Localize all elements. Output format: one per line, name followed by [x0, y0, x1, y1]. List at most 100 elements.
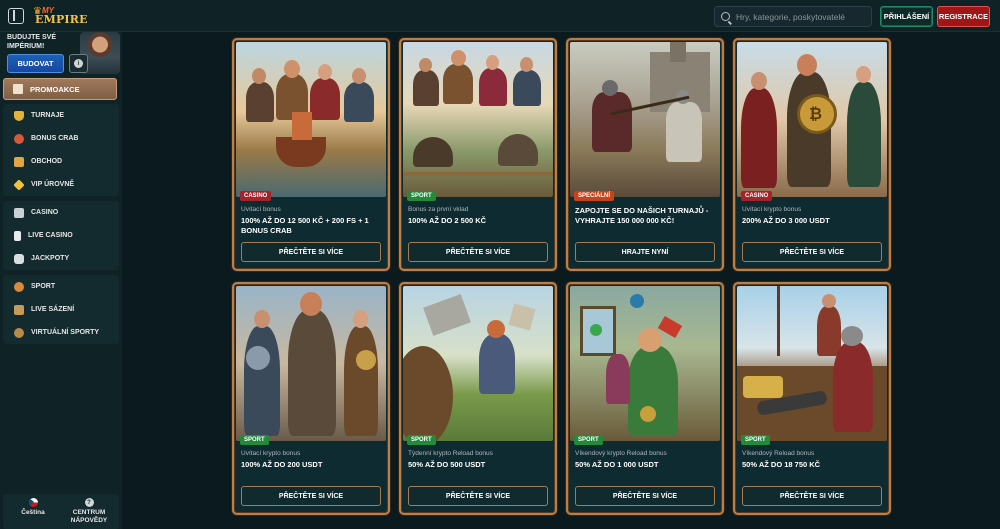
read-more-button[interactable]: PŘEČTĚTE SI VÍCE — [408, 486, 548, 506]
promo-image-crypto-casino: ₿ — [737, 42, 887, 197]
promo-subtitle: Víkendový krypto Reload bonus — [575, 450, 667, 457]
sidebar-footer: Čeština ? CENTRUM NÁPOVĚDY — [3, 494, 119, 529]
gift-icon — [13, 84, 23, 94]
category-badge: CASINO — [240, 191, 272, 201]
bitcoin-icon: ₿ — [809, 104, 823, 123]
login-button[interactable]: PŘIHLÁŠENÍ — [880, 6, 933, 27]
slot-machine-icon — [14, 207, 24, 218]
promo-image-weekend-reload — [737, 286, 887, 441]
sidebar-item-label: VIP ÚROVNĚ — [31, 181, 75, 188]
sidebar-item-casino[interactable]: CASINO — [3, 201, 119, 224]
promo-title: 50% AŽ DO 18 750 KČ — [742, 460, 821, 469]
promo-image-casino-welcome — [236, 42, 386, 197]
sidebar-item-label: JACKPOTY — [31, 255, 70, 262]
search-input[interactable] — [736, 11, 871, 22]
shop-icon — [14, 156, 24, 167]
read-more-button[interactable]: PŘEČTĚTE SI VÍCE — [575, 486, 715, 506]
czech-flag-icon — [28, 498, 38, 507]
trophy-icon — [14, 110, 24, 121]
read-more-button[interactable]: PŘEČTĚTE SI VÍCE — [241, 486, 381, 506]
promo-subtitle: Uvítací krypto bonus — [742, 206, 802, 213]
register-button[interactable]: REGISTRACE — [937, 6, 990, 27]
build-empire-text: BUDUJTE SVÉ IMPÉRIUM! — [7, 34, 57, 50]
promo-card[interactable]: SPORT Týdenní krypto Reload bonus 50% AŽ… — [399, 282, 557, 515]
promo-card[interactable]: SPECIÁLNÍ ZAPOJTE SE DO NAŠICH TURNAJŮ -… — [566, 38, 724, 271]
sidebar-item-label: VIRTUÁLNÍ SPORTY — [31, 329, 100, 336]
sidebar-item-promotions[interactable]: PROMOAKCE — [3, 78, 117, 100]
promo-card[interactable]: CASINO Uvítací bonus 100% AŽ DO 12 500 K… — [232, 38, 390, 271]
help-icon: ? — [84, 498, 94, 507]
build-button[interactable]: BUDOVAT — [7, 54, 64, 73]
read-more-button[interactable]: PŘEČTĚTE SI VÍCE — [742, 242, 882, 262]
category-badge: SPORT — [741, 435, 770, 445]
site-logo[interactable]: ♛ MY EMPIRE — [33, 6, 88, 26]
promo-subtitle: Týdenní krypto Reload bonus — [408, 450, 493, 457]
sidebar-item-shop[interactable]: OBCHOD — [3, 150, 119, 173]
info-icon: i — [74, 59, 83, 68]
promo-image-weekly-crypto-reload — [403, 286, 553, 441]
sidebar-item-label: SPORT — [31, 283, 56, 290]
cards-icon — [14, 230, 21, 241]
sidebar-item-label: TURNAJE — [31, 112, 65, 119]
category-badge: SPORT — [240, 435, 269, 445]
logo-text-main: EMPIRE — [35, 13, 88, 26]
search-icon — [721, 12, 730, 21]
sidebar-item-live-betting[interactable]: LIVE SÁZENÍ — [3, 298, 119, 321]
nav-group-rewards: TURNAJE BONUS CRAB OBCHOD VIP ÚROVNĚ — [3, 104, 119, 196]
help-center-link[interactable]: ? CENTRUM NÁPOVĚDY — [61, 498, 117, 525]
sidebar-item-jackpots[interactable]: JACKPOTY — [3, 247, 119, 270]
sidebar-item-tournaments[interactable]: TURNAJE — [3, 104, 119, 127]
sidebar-item-label: OBCHOD — [31, 158, 63, 165]
category-badge: CASINO — [741, 191, 773, 201]
promo-title: 200% AŽ DO 3 000 USDT — [742, 216, 830, 225]
sidebar-item-vip[interactable]: VIP ÚROVNĚ — [3, 173, 119, 196]
promo-title: 100% AŽ DO 12 500 KČ + 200 FS + 1 BONUS … — [241, 216, 369, 235]
promo-subtitle: Víkendový Reload bonus — [742, 450, 815, 457]
promo-title: 100% AŽ DO 2 500 KČ — [408, 216, 487, 225]
promo-card[interactable]: ₿ CASINO Uvítací krypto bonus 200% AŽ DO… — [733, 38, 891, 271]
sidebar-item-bonus-crab[interactable]: BONUS CRAB — [3, 127, 119, 150]
promo-card[interactable]: SPORT Bonus za první vklad 100% AŽ DO 2 … — [399, 38, 557, 271]
promo-title: ZAPOJTE SE DO NAŠICH TURNAJŮ - VYHRAJTE … — [575, 206, 709, 225]
play-now-button[interactable]: HRAJTE NYNÍ — [575, 242, 715, 262]
promo-card[interactable]: SPORT Víkendový Reload bonus 50% AŽ DO 1… — [733, 282, 891, 515]
diamond-icon — [13, 178, 25, 191]
top-header: ♛ MY EMPIRE PŘIHLÁŠENÍ REGISTRACE — [0, 0, 1000, 32]
read-more-button[interactable]: PŘEČTĚTE SI VÍCE — [742, 486, 882, 506]
sidebar-item-virtual-sports[interactable]: VIRTUÁLNÍ SPORTY — [3, 321, 119, 344]
crab-icon — [14, 133, 24, 144]
live-betting-icon — [14, 304, 24, 315]
read-more-button[interactable]: PŘEČTĚTE SI VÍCE — [408, 242, 548, 262]
virtual-sports-icon — [14, 327, 24, 338]
search-box[interactable] — [714, 6, 872, 27]
promo-subtitle: Uvítací krypto bonus — [241, 450, 301, 457]
promo-subtitle: Bonus za první vklad — [408, 206, 469, 213]
sidebar-item-live-casino[interactable]: LIVE CASINO — [3, 224, 119, 247]
help-label-line2: NÁPOVĚDY — [70, 517, 108, 524]
nav-group-sport: SPORT LIVE SÁZENÍ VIRTUÁLNÍ SPORTY — [3, 275, 119, 344]
category-badge: SPECIÁLNÍ — [574, 191, 615, 201]
promo-image-weekend-crypto-reload — [570, 286, 720, 441]
sidebar-toggle-icon[interactable] — [8, 8, 24, 24]
promo-title: 100% AŽ DO 200 USDT — [241, 460, 323, 469]
sidebar-item-label: LIVE SÁZENÍ — [31, 306, 75, 313]
sidebar: BUDUJTE SVÉ IMPÉRIUM! BUDOVAT i PROMOAKC… — [0, 32, 122, 529]
promo-title: 50% AŽ DO 1 000 USDT — [575, 460, 659, 469]
sidebar-item-label: BONUS CRAB — [31, 135, 79, 142]
info-button[interactable]: i — [69, 54, 88, 73]
category-badge: SPORT — [574, 435, 603, 445]
sidebar-item-label: CASINO — [31, 209, 59, 216]
ball-icon — [14, 281, 24, 292]
promo-card[interactable]: SPORT Víkendový krypto Reload bonus 50% … — [566, 282, 724, 515]
promo-subtitle: Uvítací bonus — [241, 206, 281, 213]
sidebar-item-sport[interactable]: SPORT — [3, 275, 119, 298]
help-label-line1: CENTRUM — [72, 509, 106, 516]
promo-card[interactable]: SPORT Uvítací krypto bonus 100% AŽ DO 20… — [232, 282, 390, 515]
category-badge: SPORT — [407, 435, 436, 445]
sidebar-item-label: PROMOAKCE — [30, 84, 80, 94]
read-more-button[interactable]: PŘEČTĚTE SI VÍCE — [241, 242, 381, 262]
nav-group-casino: CASINO LIVE CASINO JACKPOTY — [3, 201, 119, 270]
language-selector[interactable]: Čeština — [5, 498, 61, 517]
promo-image-tournaments — [570, 42, 720, 197]
dice-icon — [14, 253, 24, 264]
